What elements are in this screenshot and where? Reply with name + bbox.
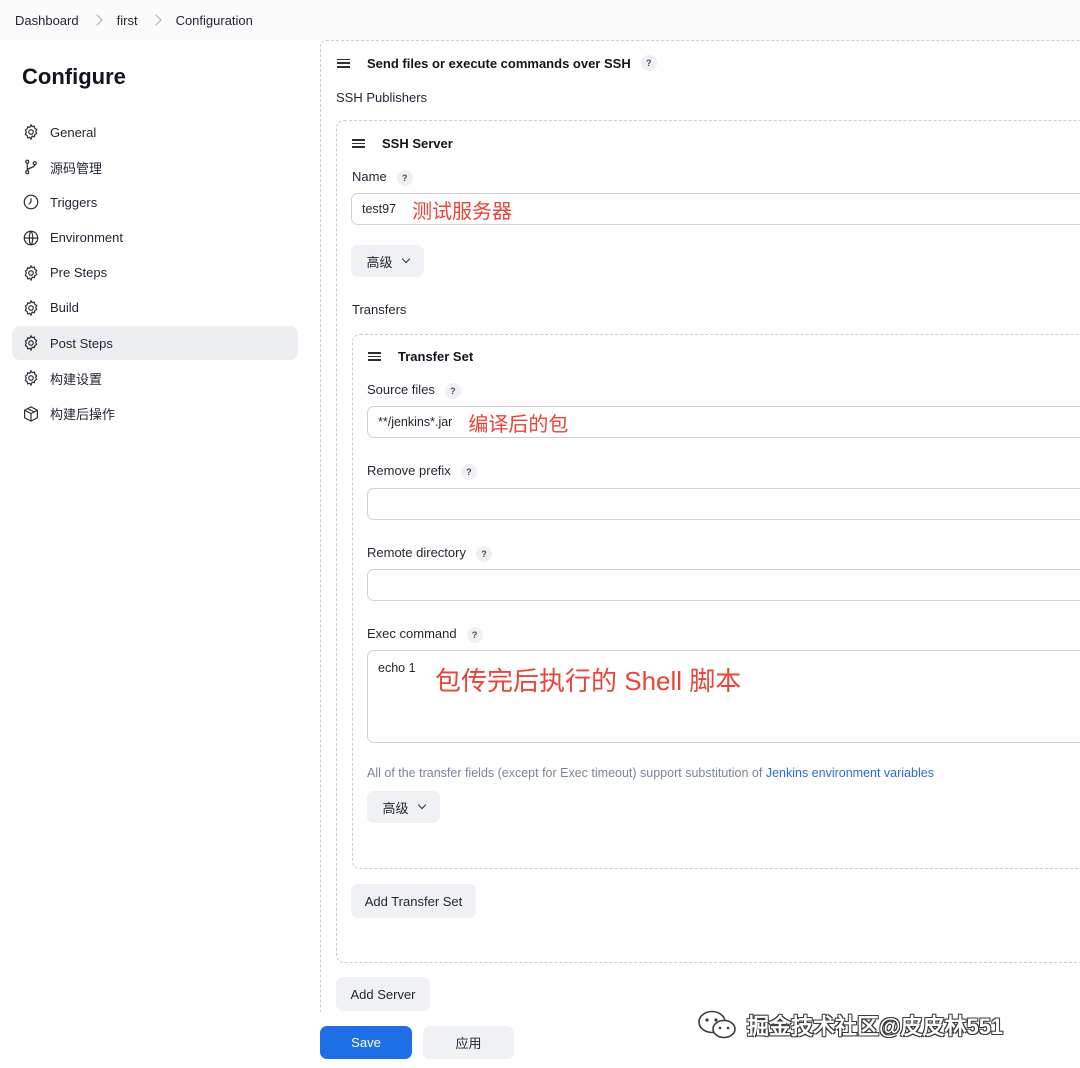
name-label-text: Name: [352, 169, 387, 184]
apply-button[interactable]: 应用: [423, 1026, 514, 1059]
help-icon[interactable]: ?: [460, 463, 477, 480]
sidebar-item-pre-steps[interactable]: Pre Steps: [12, 256, 298, 290]
source-files-field[interactable]: **/jenkins*.jar 编译后的包: [367, 406, 1080, 438]
watermark-text: 掘金技术社区@皮皮林551: [747, 1014, 1004, 1039]
exec-command-annotation: 包传完后执行的 Shell 脚本: [435, 666, 742, 696]
sidebar-item-triggers[interactable]: Triggers: [12, 185, 298, 219]
sidebar-item-build-settings[interactable]: 构建设置: [12, 361, 298, 395]
remote-directory-label: Remote directory?: [367, 545, 492, 562]
breadcrumb-first[interactable]: first: [117, 13, 138, 28]
sidebar-item-label: 源码管理: [50, 160, 103, 176]
add-transfer-set-button[interactable]: Add Transfer Set: [351, 884, 476, 918]
source-files-label: Source files?: [367, 382, 461, 399]
sidebar-item-label: 构建设置: [50, 371, 103, 387]
chevron-down-icon: [417, 800, 426, 810]
sidebar-item-post-steps[interactable]: Post Steps: [12, 326, 298, 361]
sidebar-item-build[interactable]: Build: [12, 291, 298, 325]
gear-icon: [24, 299, 38, 317]
exec-command-label: Exec command?: [367, 626, 483, 643]
gear-icon: [24, 369, 38, 387]
hint-text: All of the transfer fields (except for E…: [367, 766, 766, 780]
source-files-value: **/jenkins*.jar: [378, 415, 453, 429]
remote-directory-label-text: Remote directory: [367, 545, 466, 560]
name-value: test97: [362, 202, 397, 216]
advanced-label: 高级: [366, 254, 393, 270]
chevron-right-icon: [149, 14, 162, 26]
save-button[interactable]: Save: [320, 1026, 412, 1059]
breadcrumb: Dashboard first Configuration: [0, 0, 1080, 40]
ssh-server-header: SSH Server: [352, 136, 453, 151]
branch-icon: [25, 159, 37, 175]
ssh-publishers-label: SSH Publishers: [336, 90, 428, 105]
sidebar-item-label: Post Steps: [50, 335, 113, 351]
transfer-set-title: Transfer Set: [398, 349, 474, 364]
help-icon[interactable]: ?: [640, 55, 657, 71]
help-icon[interactable]: ?: [475, 545, 492, 562]
transfers-label: Transfers: [352, 302, 407, 317]
sidebar-item-label: Build: [50, 300, 79, 316]
ssh-server-title: SSH Server: [382, 136, 453, 151]
add-server-button[interactable]: Add Server: [336, 977, 430, 1011]
help-icon[interactable]: ?: [444, 382, 461, 399]
wechat-logo-icon: [698, 1010, 736, 1039]
gear-icon: [24, 334, 38, 352]
exec-command-label-text: Exec command: [367, 626, 457, 641]
package-icon: [24, 405, 38, 422]
source-files-annotation: 编译后的包: [468, 413, 569, 436]
sidebar-item-label: 构建后操作: [50, 407, 116, 422]
remote-directory-field[interactable]: [367, 569, 1080, 601]
ssh-server-panel: SSH Server Name? test97 测试服务器 高级 Transfe…: [336, 120, 1080, 963]
sidebar-item-label: Pre Steps: [50, 265, 108, 281]
exec-command-value: echo 1: [378, 661, 416, 675]
name-label: Name?: [352, 169, 413, 186]
sidebar-item-environment[interactable]: Environment: [12, 221, 298, 255]
sidebar-item-label: Triggers: [50, 194, 98, 210]
gear-icon: [24, 123, 38, 141]
gear-icon: [24, 264, 38, 282]
sidebar-item-general[interactable]: General: [12, 115, 298, 149]
timer-icon: [23, 195, 39, 210]
remove-prefix-field[interactable]: [367, 488, 1080, 520]
name-field[interactable]: test97 测试服务器: [351, 193, 1080, 225]
transfer-hint: All of the transfer fields (except for E…: [367, 766, 934, 780]
server-advanced-button[interactable]: 高级: [351, 245, 424, 277]
advanced-label: 高级: [382, 800, 409, 816]
chevron-down-icon: [401, 254, 410, 264]
page-title: Configure: [22, 64, 126, 89]
drag-handle-icon[interactable]: [337, 58, 350, 68]
breadcrumb-dashboard[interactable]: Dashboard: [15, 13, 79, 28]
transfer-set-header: Transfer Set: [368, 349, 473, 364]
remove-prefix-label: Remove prefix?: [367, 463, 477, 480]
help-icon[interactable]: ?: [466, 626, 483, 643]
name-annotation: 测试服务器: [412, 200, 513, 223]
source-files-label-text: Source files: [367, 382, 435, 397]
sidebar-item-label: Environment: [50, 230, 123, 246]
section-header: Send files or execute commands over SSH …: [337, 55, 657, 71]
breadcrumb-configuration[interactable]: Configuration: [176, 13, 253, 28]
transfer-advanced-button[interactable]: 高级: [367, 791, 440, 823]
watermark: 掘金技术社区@皮皮林551: [697, 1009, 1003, 1041]
remove-prefix-label-text: Remove prefix: [367, 463, 451, 478]
sidebar-item-source-control[interactable]: 源码管理: [12, 150, 298, 184]
exec-command-field[interactable]: echo 1 包传完后执行的 Shell 脚本: [367, 650, 1080, 743]
chevron-right-icon: [90, 14, 103, 26]
jenkins-env-vars-link[interactable]: Jenkins environment variables: [766, 766, 934, 780]
sidebar-nav: General 源码管理 Triggers Environment Pre St…: [12, 115, 298, 432]
drag-handle-icon[interactable]: [352, 139, 365, 148]
sidebar-item-label: General: [50, 124, 97, 140]
help-icon[interactable]: ?: [396, 169, 413, 186]
sidebar-item-post-build[interactable]: 构建后操作: [12, 397, 298, 431]
ssh-publisher-section: Send files or execute commands over SSH …: [320, 40, 1080, 1015]
transfer-set-panel: Transfer Set Source files? **/jenkins*.j…: [352, 334, 1080, 869]
drag-handle-icon[interactable]: [368, 352, 381, 361]
section-title: Send files or execute commands over SSH: [367, 55, 631, 71]
globe-icon: [23, 230, 39, 245]
